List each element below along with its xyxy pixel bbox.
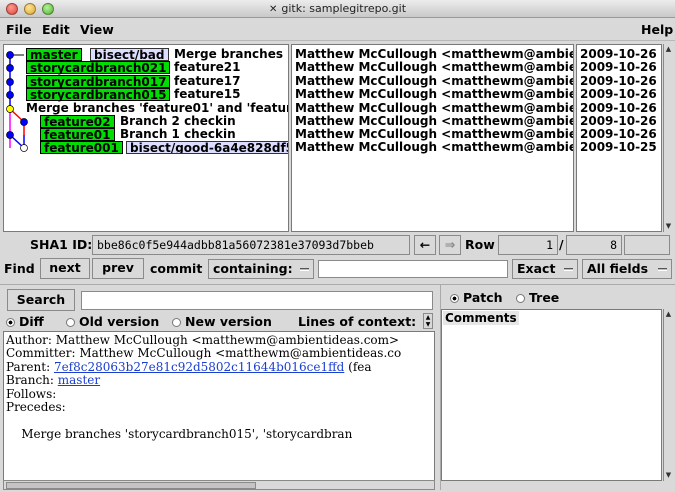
date-cell[interactable]: 2009-10-25 23 <box>580 141 661 154</box>
find-type-label[interactable]: commit <box>150 261 202 276</box>
diff-radio[interactable]: Diff <box>6 314 44 329</box>
menu-view[interactable]: View <box>80 22 114 37</box>
context-spinbox[interactable]: ▲ ▼ <box>423 313 433 329</box>
precedes-line: Precedes: <box>6 400 66 414</box>
ref-tag-feature02[interactable]: feature02 <box>40 115 115 128</box>
committer-line: Committer: Matthew McCullough <matthewm@… <box>6 346 402 360</box>
date-cell[interactable]: 2009-10-26 09 <box>580 61 661 74</box>
author-cell[interactable]: Matthew McCullough <matthewm@ambientid <box>295 88 573 101</box>
ref-tag-storycardbranch021[interactable]: storycardbranch021 <box>26 61 171 74</box>
sha-id-field[interactable]: bbe86c0f5e944adbb81a56072381e37093d7bbeb <box>92 235 410 255</box>
commit-details-pane[interactable]: Author: Matthew McCullough <matthewm@amb… <box>3 331 435 481</box>
commit-message-body: Merge branches 'storycardbranch015', 'st… <box>6 427 353 441</box>
branch-link[interactable]: master <box>58 373 100 387</box>
file-list-pane[interactable]: Comments <box>441 309 662 481</box>
x11-icon: ✕ <box>268 4 278 15</box>
radio-selected-icon <box>450 294 459 303</box>
tree-radio[interactable]: Tree <box>516 290 559 305</box>
ref-tag-feature01[interactable]: feature01 <box>40 128 115 141</box>
ref-tag-feature001[interactable]: feature001 <box>40 141 123 154</box>
sha-toolbar: SHA1 ID: bbe86c0f5e944adbb81a56072381e37… <box>0 234 675 256</box>
menu-bar: File Edit View Help <box>0 19 675 41</box>
sha-label: SHA1 ID: <box>30 237 93 252</box>
ref-tag-bisect-good[interactable]: bisect/good-6a4e828df54 <box>126 141 288 154</box>
back-button[interactable]: ← <box>414 235 436 255</box>
dropdown-indicator-icon <box>658 268 667 271</box>
row-total: 8 <box>566 235 622 255</box>
commit-list-scrollbar[interactable]: ▲ ▼ <box>663 44 673 232</box>
search-input[interactable] <box>81 291 433 310</box>
radio-icon <box>66 318 75 327</box>
progress-bar <box>624 235 670 255</box>
find-mode-dropdown[interactable]: containing: <box>208 259 314 279</box>
gitk-window: ✕ gitk: samplegitrepo.git File Edit View … <box>0 0 675 492</box>
dropdown-indicator-icon <box>564 268 573 271</box>
find-case-dropdown[interactable]: Exact <box>512 259 578 279</box>
row-label: Row <box>465 237 495 252</box>
radio-selected-icon <box>6 318 15 327</box>
row-separator: / <box>559 237 564 252</box>
row-current: 1 <box>498 235 558 255</box>
comments-item[interactable]: Comments <box>443 311 519 325</box>
file-list-scrollbar[interactable]: ▲ ▼ <box>663 309 673 481</box>
ref-tag-master[interactable]: master <box>26 48 82 61</box>
scroll-down-icon[interactable]: ▼ <box>664 471 673 480</box>
find-fields-dropdown[interactable]: All fields <box>582 259 672 279</box>
ref-tag-bisect-bad[interactable]: bisect/bad <box>90 48 169 61</box>
author-cell[interactable]: Matthew McCullough <matthewm@ambientid <box>295 141 573 154</box>
details-hscrollbar[interactable] <box>3 480 435 490</box>
menu-edit[interactable]: Edit <box>42 22 70 37</box>
find-toolbar: Find next prev commit containing: Exact … <box>0 258 675 280</box>
author-cell[interactable]: Matthew McCullough <matthewm@ambientid <box>295 61 573 74</box>
spin-up-icon[interactable]: ▲ <box>426 314 431 321</box>
date-cell[interactable]: 2009-10-26 09 <box>580 88 661 101</box>
scroll-up-icon[interactable]: ▲ <box>664 310 673 319</box>
radio-icon <box>516 294 525 303</box>
find-prev-button[interactable]: prev <box>92 258 144 279</box>
scroll-thumb[interactable] <box>6 482 256 489</box>
search-button[interactable]: Search <box>7 289 75 311</box>
menu-file[interactable]: File <box>6 22 32 37</box>
dropdown-indicator-icon <box>300 268 309 271</box>
radio-icon <box>172 318 181 327</box>
find-input[interactable] <box>318 260 508 278</box>
scroll-down-icon[interactable]: ▼ <box>664 222 673 231</box>
context-label: Lines of context: <box>298 314 417 329</box>
pane-divider[interactable] <box>0 284 675 287</box>
window-title: ✕ gitk: samplegitrepo.git <box>268 2 407 15</box>
forward-button[interactable]: ⇒ <box>439 235 461 255</box>
commit-message[interactable]: feature21 <box>174 61 241 74</box>
parent-sha-link[interactable]: 7ef8c28063b27e81c92d5802c11644b016ce1ffd <box>54 360 344 374</box>
ref-tag-storycardbranch015[interactable]: storycardbranch015 <box>26 88 171 101</box>
scroll-up-icon[interactable]: ▲ <box>664 45 673 54</box>
date-pane[interactable]: 2009-10-26 09 2009-10-26 09 2009-10-26 0… <box>576 44 662 232</box>
find-next-button[interactable]: next <box>40 258 90 279</box>
commit-message[interactable]: feature15 <box>174 88 241 101</box>
commit-message[interactable]: Branch 1 checkin <box>120 128 236 141</box>
branch-line: Branch: master <box>6 373 101 387</box>
author-pane[interactable]: Matthew McCullough <matthewm@ambientid M… <box>291 44 574 232</box>
old-version-radio[interactable]: Old version <box>66 314 159 329</box>
ref-tag-storycardbranch017[interactable]: storycardbranch017 <box>26 75 171 88</box>
patch-radio[interactable]: Patch <box>450 290 503 305</box>
right-arrow-icon: ⇒ <box>444 237 456 252</box>
menu-help[interactable]: Help <box>641 22 673 37</box>
find-label: Find <box>4 261 35 276</box>
title-bar[interactable]: ✕ gitk: samplegitrepo.git <box>0 0 675 18</box>
new-version-radio[interactable]: New version <box>172 314 272 329</box>
commit-graph-pane[interactable]: master bisect/bad Merge branches 'st sto… <box>3 44 289 232</box>
left-arrow-icon: ← <box>419 237 431 252</box>
spin-down-icon[interactable]: ▼ <box>426 321 431 328</box>
